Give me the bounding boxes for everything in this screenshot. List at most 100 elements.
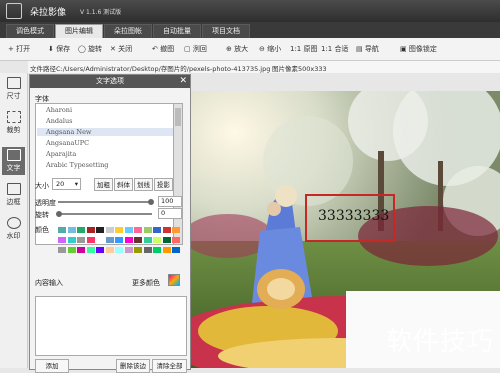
- color-swatch[interactable]: [124, 247, 133, 253]
- image-pixels: 图片像素500x333: [272, 65, 327, 73]
- color-swatch[interactable]: [96, 247, 104, 253]
- path-bar: 文件路径C:/Users/Administrator/Desktop/存图片的/…: [28, 61, 500, 73]
- color-swatch[interactable]: [105, 227, 114, 233]
- color-swatch[interactable]: [77, 247, 85, 253]
- color-swatch[interactable]: [172, 247, 180, 253]
- image-lock-button[interactable]: ▣ 图像锁定: [400, 44, 437, 54]
- color-swatch[interactable]: [153, 227, 161, 233]
- color-swatch[interactable]: [162, 247, 171, 253]
- color-swatch[interactable]: [134, 237, 142, 243]
- color-swatch[interactable]: [153, 247, 161, 253]
- color-swatch[interactable]: [86, 237, 95, 243]
- color-palette[interactable]: [58, 227, 182, 269]
- opacity-slider-knob[interactable]: [148, 199, 154, 205]
- tab-dora-album[interactable]: 朵拉图帐: [104, 24, 152, 39]
- font-item-selected[interactable]: Angsana New: [37, 128, 174, 136]
- color-swatch[interactable]: [134, 247, 142, 253]
- font-item[interactable]: Aharoni: [46, 106, 72, 114]
- actual-size-button[interactable]: 1:1 原图: [290, 44, 318, 54]
- underline-button[interactable]: 划线: [134, 178, 153, 191]
- color-swatch[interactable]: [162, 227, 171, 233]
- color-swatch[interactable]: [96, 227, 104, 233]
- close-button[interactable]: ✕ 关闭: [110, 44, 132, 54]
- color-swatch[interactable]: [143, 227, 152, 233]
- font-item[interactable]: Arabic Typesetting: [46, 161, 108, 169]
- font-item[interactable]: Andalus: [46, 117, 73, 125]
- font-list-scrollbar[interactable]: [173, 103, 183, 245]
- more-colors-link[interactable]: 更多颜色: [132, 278, 160, 288]
- main-tabs: 调色模式 图片编辑 朵拉图帐 自动批量 项目文档: [0, 22, 500, 39]
- close-icon[interactable]: ✕: [179, 76, 187, 86]
- color-swatch[interactable]: [77, 237, 85, 243]
- rotate-button[interactable]: ◯ 旋转: [78, 44, 102, 54]
- color-swatch[interactable]: [86, 247, 95, 253]
- color-swatch[interactable]: [105, 237, 114, 243]
- color-swatch[interactable]: [67, 227, 76, 233]
- app-title: 朵拉影像: [30, 8, 67, 18]
- color-swatch[interactable]: [77, 227, 85, 233]
- color-swatch[interactable]: [96, 237, 104, 243]
- font-item[interactable]: AngsanaUPC: [46, 139, 89, 147]
- bold-button[interactable]: 加粗: [94, 178, 113, 191]
- color-swatch[interactable]: [58, 247, 66, 253]
- sidebar-item-text[interactable]: 文字: [2, 147, 25, 175]
- italic-button[interactable]: 斜体: [114, 178, 133, 191]
- font-size-select[interactable]: 20 ▾: [52, 178, 81, 190]
- font-item[interactable]: Aparajita: [46, 150, 76, 158]
- color-swatch[interactable]: [143, 247, 152, 253]
- image-canvas[interactable]: 33333333 软件技巧: [188, 91, 500, 368]
- save-button[interactable]: ⬇ 保存: [48, 44, 70, 54]
- tab-project-docs[interactable]: 项目文档: [202, 24, 250, 39]
- opacity-label: 透明度: [35, 199, 56, 207]
- sidebar-item-size[interactable]: 尺寸: [2, 77, 25, 100]
- undo-button[interactable]: ↶ 撤图: [152, 44, 174, 54]
- opacity-input[interactable]: 100: [158, 196, 182, 207]
- rotate-input[interactable]: 0: [158, 208, 182, 219]
- zoom-in-button[interactable]: ⊕ 放大: [226, 44, 248, 54]
- add-button[interactable]: 添加: [35, 359, 69, 373]
- color-swatch[interactable]: [58, 227, 66, 233]
- rotate-slider[interactable]: [58, 213, 152, 215]
- color-picker-icon[interactable]: [168, 274, 180, 286]
- color-swatch[interactable]: [67, 247, 76, 253]
- overlay-text[interactable]: 33333333: [318, 208, 389, 224]
- shadow-button[interactable]: 投影: [154, 178, 173, 191]
- color-swatch[interactable]: [143, 237, 152, 243]
- color-swatch[interactable]: [115, 227, 123, 233]
- color-swatch[interactable]: [115, 237, 123, 243]
- app-version: V 1.1.6 测试版: [80, 9, 122, 16]
- delete-button[interactable]: 删除该边: [116, 359, 150, 373]
- color-swatch[interactable]: [124, 237, 133, 243]
- opacity-slider[interactable]: [58, 201, 152, 203]
- content-textarea[interactable]: [35, 296, 187, 356]
- color-swatch[interactable]: [124, 227, 133, 233]
- open-button[interactable]: + 打开: [8, 44, 30, 54]
- redo-button[interactable]: ▢ 洌回: [184, 44, 207, 54]
- fit-button[interactable]: 1:1 合适: [321, 44, 349, 54]
- color-swatch[interactable]: [105, 247, 114, 253]
- clear-all-button[interactable]: 清除全部: [152, 359, 187, 373]
- color-swatch[interactable]: [153, 237, 161, 243]
- scroll-thumb[interactable]: [175, 108, 181, 126]
- content-input-label: 内容输入: [35, 279, 63, 287]
- color-swatch[interactable]: [172, 237, 180, 243]
- color-swatch[interactable]: [172, 227, 180, 233]
- color-swatch[interactable]: [134, 227, 142, 233]
- color-swatch[interactable]: [58, 237, 66, 243]
- color-swatch[interactable]: [86, 227, 95, 233]
- font-list[interactable]: Aharoni Andalus Angsana New AngsanaUPC A…: [35, 103, 175, 245]
- sidebar-item-crop[interactable]: 裁剪: [2, 111, 25, 134]
- color-swatch[interactable]: [67, 237, 76, 243]
- sidebar-item-border[interactable]: 边框: [2, 183, 25, 206]
- zoom-out-button[interactable]: ⊖ 缩小: [259, 44, 281, 54]
- tab-image-edit[interactable]: 图片编辑: [55, 24, 103, 39]
- crop-icon: [6, 111, 21, 123]
- tab-color-mode[interactable]: 调色模式: [6, 24, 54, 39]
- size-label: 大小: [35, 182, 49, 190]
- rotate-slider-knob[interactable]: [56, 211, 62, 217]
- tab-auto-batch[interactable]: 自动批量: [153, 24, 201, 39]
- sidebar-item-watermark[interactable]: 水印: [2, 217, 25, 240]
- color-swatch[interactable]: [115, 247, 123, 253]
- navigator-button[interactable]: ▤ 导航: [356, 44, 379, 54]
- color-swatch[interactable]: [162, 237, 171, 243]
